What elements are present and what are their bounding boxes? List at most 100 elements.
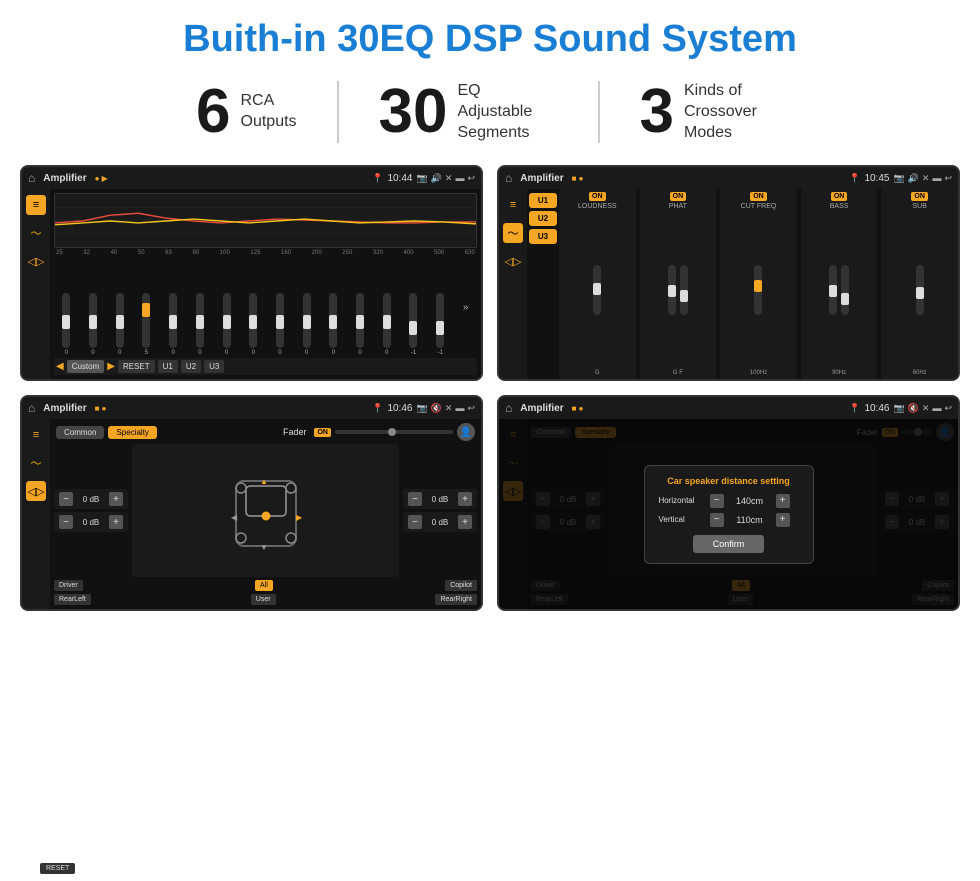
eq-sliders: 0 0 0 5 0	[54, 257, 477, 358]
home-icon[interactable]: ⌂	[28, 171, 35, 185]
stats-row: 6 RCA Outputs 30 EQ Adjustable Segments …	[0, 71, 980, 157]
distance-home-icon[interactable]: ⌂	[505, 401, 512, 415]
fader-specialty-tab[interactable]: Specialty	[108, 426, 156, 439]
phat-slider-g[interactable]	[668, 265, 676, 315]
fader-user-button[interactable]: User	[251, 594, 276, 605]
fader-all-button[interactable]: All	[255, 580, 273, 591]
eq-dots: ● ▶	[95, 174, 108, 183]
fader-on-badge[interactable]: ON	[314, 428, 331, 437]
eq-graph	[54, 193, 477, 248]
fader-status-bar: ⌂ Amplifier ■ ● 📍 10:46 📷🔇✕▬↩	[22, 397, 481, 419]
fader-fl-plus[interactable]: +	[109, 492, 123, 506]
distance-dots: ■ ●	[572, 404, 584, 413]
stat-eq-label: EQ Adjustable Segments	[458, 81, 558, 143]
fader-fl-minus[interactable]: −	[59, 492, 73, 506]
fader-slider[interactable]	[335, 430, 453, 434]
crossover-status-icons: 📷🔊✕▬↩	[893, 173, 952, 184]
crossover-u1-button[interactable]: U1	[529, 193, 557, 208]
fader-profile-icon[interactable]: 👤	[457, 423, 475, 441]
fader-home-icon[interactable]: ⌂	[28, 401, 35, 415]
eq-prev-arrow[interactable]: ◀	[56, 361, 64, 372]
fader-common-tab[interactable]: Common	[56, 426, 104, 439]
stat-rca-label: RCA Outputs	[241, 91, 297, 133]
fader-rr-plus[interactable]: +	[458, 515, 472, 529]
sub-on-badge[interactable]: ON	[911, 192, 928, 201]
sub-freq: 60Hz	[913, 370, 927, 376]
eq-slider-12: 0	[383, 293, 391, 356]
dialog-horizontal-plus[interactable]: +	[776, 494, 790, 508]
fader-copilot-button[interactable]: Copilot	[445, 580, 477, 591]
crossover-u2-button[interactable]: U2	[529, 211, 557, 226]
stat-crossover-label: Kinds of Crossover Modes	[684, 81, 784, 143]
eq-u3-button[interactable]: U3	[204, 360, 224, 373]
crossover-presets: U1 U2 U3	[527, 189, 559, 379]
fader-rl-level: − 0 dB +	[54, 512, 128, 532]
eq-sidebar-wave-icon[interactable]: 〜	[26, 223, 46, 243]
eq-reset-button[interactable]: RESET	[118, 360, 155, 373]
fader-fr-level: − 0 dB +	[403, 489, 477, 509]
bass-on-badge[interactable]: ON	[831, 192, 848, 201]
fader-rr-minus[interactable]: −	[408, 515, 422, 529]
cutfreq-slider[interactable]	[754, 265, 762, 315]
stat-rca: 6 RCA Outputs	[156, 81, 339, 143]
crossover-sidebar-wave-icon[interactable]: 〜	[503, 223, 523, 243]
dialog-horizontal-minus[interactable]: −	[710, 494, 724, 508]
fader-fr-minus[interactable]: −	[408, 492, 422, 506]
crossover-u3-button[interactable]: U3	[529, 229, 557, 244]
crossover-time: 10:45	[864, 173, 889, 184]
screens-grid: ⌂ Amplifier ● ▶ 📍 10:44 📷🔊✕▬↩ ≡ 〜 ◁▷	[0, 157, 980, 621]
location-icon: 📍	[372, 173, 383, 184]
distance-dialog-overlay: Car speaker distance setting Horizontal …	[499, 419, 958, 609]
fader-status-icons: 📷🔇✕▬↩	[416, 403, 475, 414]
cutfreq-on-badge[interactable]: ON	[750, 192, 767, 201]
eq-screen: ⌂ Amplifier ● ▶ 📍 10:44 📷🔊✕▬↩ ≡ 〜 ◁▷	[20, 165, 483, 381]
eq-sidebar-eq-icon[interactable]: ≡	[26, 195, 46, 215]
dialog-vertical-plus[interactable]: +	[776, 513, 790, 527]
eq-slider-0: 0	[62, 293, 70, 356]
crossover-status-bar: ⌂ Amplifier ■ ● 📍 10:45 📷🔊✕▬↩	[499, 167, 958, 189]
crossover-home-icon[interactable]: ⌂	[505, 171, 512, 185]
fader-rearleft-button[interactable]: RearLeft	[54, 594, 91, 605]
eq-custom-button[interactable]: Custom	[67, 360, 105, 373]
bass-slider-g[interactable]	[841, 265, 849, 315]
eq-content: ≡ 〜 ◁▷	[22, 189, 481, 379]
phat-slider-f[interactable]	[680, 265, 688, 315]
crossover-screen: ⌂ Amplifier ■ ● 📍 10:45 📷🔊✕▬↩ ≡ 〜 ◁▷ U1 …	[497, 165, 960, 381]
bass-slider-f[interactable]	[829, 265, 837, 315]
eq-slider-2: 0	[116, 293, 124, 356]
phat-label: PHAT	[669, 203, 687, 210]
fader-driver-button[interactable]: Driver	[54, 580, 83, 591]
crossover-sidebar-eq-icon[interactable]: ≡	[503, 195, 523, 215]
eq-slider-1: 0	[89, 293, 97, 356]
loudness-on-badge[interactable]: ON	[589, 192, 606, 201]
eq-expand-icon[interactable]: »	[463, 302, 469, 313]
distance-status-icons: 📷🔇✕▬↩	[893, 403, 952, 414]
crossover-phat: ON PHAT G F	[640, 189, 717, 379]
bass-label: BASS	[830, 203, 849, 210]
loudness-slider[interactable]	[593, 265, 601, 315]
eq-u1-button[interactable]: U1	[158, 360, 178, 373]
fader-sidebar-eq-icon[interactable]: ≡	[26, 425, 46, 445]
speaker-diagram: ▲ ▼ ◀ ▶	[132, 444, 399, 577]
phat-on-badge[interactable]: ON	[670, 192, 687, 201]
eq-slider-3: 5	[142, 293, 150, 356]
fader-rl-plus[interactable]: +	[109, 515, 123, 529]
fader-rl-minus[interactable]: −	[59, 515, 73, 529]
fader-fr-plus[interactable]: +	[458, 492, 472, 506]
distance-dialog: Car speaker distance setting Horizontal …	[644, 465, 814, 564]
crossover-channels: ON LOUDNESS G ON PHAT	[559, 189, 958, 379]
eq-next-arrow[interactable]: ▶	[107, 361, 115, 372]
eq-sidebar-vol-icon[interactable]: ◁▷	[26, 251, 46, 271]
crossover-sub: ON SUB 60Hz	[881, 189, 958, 379]
dialog-confirm-button[interactable]: Confirm	[693, 535, 765, 553]
fader-location-icon: 📍	[372, 403, 383, 414]
eq-app-title: Amplifier	[43, 173, 86, 184]
crossover-sidebar-vol-icon[interactable]: ◁▷	[503, 251, 523, 271]
eq-u2-button[interactable]: U2	[181, 360, 201, 373]
fader-sidebar-wave-icon[interactable]: 〜	[26, 453, 46, 473]
fader-rearright-button[interactable]: RearRight	[435, 594, 477, 605]
fader-sidebar-vol-icon[interactable]: ◁▷	[26, 481, 46, 501]
sub-slider[interactable]	[916, 265, 924, 315]
dialog-vertical-minus[interactable]: −	[710, 513, 724, 527]
dialog-horizontal-label: Horizontal	[659, 496, 704, 505]
